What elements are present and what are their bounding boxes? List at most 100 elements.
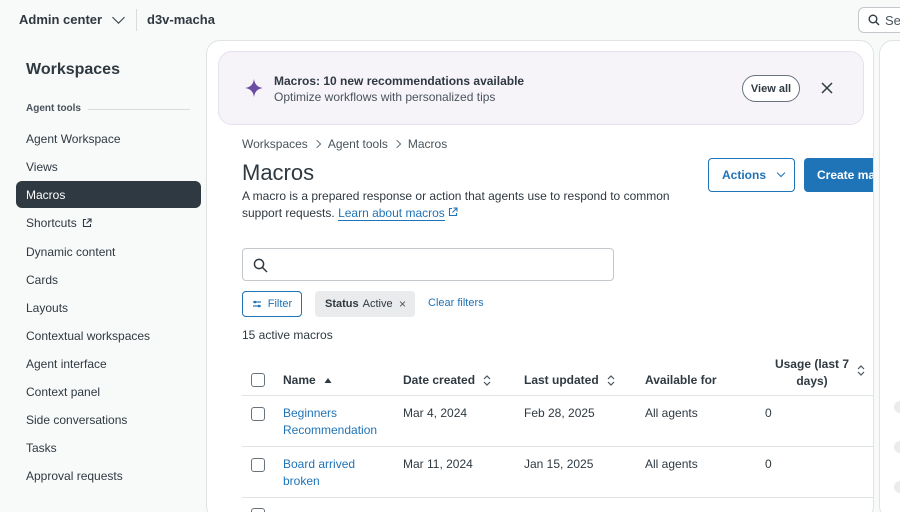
- subdomain-label: d3v-macha: [147, 12, 215, 27]
- date-created-cell: Mar 4, 2024: [403, 406, 468, 420]
- divider: [242, 497, 873, 498]
- sidebar-section-label: Agent tools: [26, 103, 81, 114]
- product-name: Admin center: [19, 12, 103, 27]
- column-label: Last updated: [524, 373, 599, 387]
- sidebar-item-cards[interactable]: Cards: [16, 266, 201, 293]
- sort-ascending-icon: [324, 377, 332, 383]
- search-placeholder: Se: [885, 12, 900, 28]
- sparkle-icon: [245, 79, 263, 97]
- divider: [242, 446, 873, 447]
- clear-filters-link[interactable]: Clear filters: [428, 297, 484, 309]
- macro-name-link[interactable]: Board arrived broken: [283, 456, 383, 490]
- panel-icon[interactable]: [894, 481, 900, 493]
- select-all-checkbox[interactable]: [251, 373, 265, 387]
- sidebar-item-side-conversations[interactable]: Side conversations: [16, 406, 201, 433]
- sidebar-item-approval-requests[interactable]: Approval requests: [16, 462, 201, 489]
- breadcrumb-item-agent-tools[interactable]: Agent tools: [328, 137, 388, 151]
- usage-cell: 0: [765, 406, 772, 420]
- date-created-cell: Mar 11, 2024: [403, 457, 473, 471]
- external-link-icon: [82, 217, 92, 227]
- column-label: Date created: [403, 373, 476, 387]
- sidebar-item-label: Contextual workspaces: [26, 328, 151, 343]
- sidebar-item-label: Context panel: [26, 384, 101, 399]
- chevron-down-icon: [112, 10, 125, 24]
- sidebar-item-label: Shortcuts: [26, 215, 77, 230]
- sidebar-item-label: Agent interface: [26, 356, 107, 371]
- page-description: A macro is a prepared response or action…: [242, 188, 702, 222]
- filter-button[interactable]: Filter: [242, 291, 302, 317]
- banner-title: Macros: 10 new recommendations available: [274, 74, 525, 88]
- chevron-down-icon: [776, 168, 786, 178]
- learn-more-link[interactable]: Learn about macros: [338, 206, 445, 221]
- sidebar-item-label: Approval requests: [26, 468, 123, 483]
- external-link-icon: [449, 207, 458, 217]
- divider: [88, 109, 190, 110]
- panel-icon[interactable]: [894, 441, 900, 453]
- product-switcher[interactable]: Admin center: [19, 10, 125, 27]
- available-for-cell: All agents: [645, 406, 698, 420]
- breadcrumb-item-macros: Macros: [407, 137, 448, 151]
- available-for-cell: All agents: [645, 457, 698, 471]
- result-count: 15 active macros: [242, 328, 333, 342]
- panel-icon[interactable]: [894, 401, 900, 413]
- sidebar-item-agent-workspace[interactable]: Agent Workspace: [16, 125, 201, 152]
- sidebar-item-label: Macros: [26, 187, 66, 202]
- sidebar-item-dynamic-content[interactable]: Dynamic content: [16, 238, 201, 265]
- remove-chip-icon[interactable]: ×: [399, 297, 406, 311]
- global-search-input[interactable]: Se: [858, 7, 900, 33]
- sidebar-item-label: Side conversations: [26, 412, 128, 427]
- sidebar-item-views[interactable]: Views: [16, 153, 201, 180]
- sidebar-item-label: Cards: [26, 272, 59, 287]
- sidebar: Workspaces Agent tools Agent Workspace V…: [0, 40, 206, 512]
- sidebar-item-layouts[interactable]: Layouts: [16, 294, 201, 321]
- filter-label: Filter: [267, 298, 293, 310]
- breadcrumb-item-workspaces[interactable]: Workspaces: [242, 137, 308, 151]
- page-title: Macros: [242, 160, 315, 185]
- sidebar-item-label: Agent Workspace: [26, 131, 121, 146]
- divider: [136, 9, 137, 31]
- chip-key: Status: [325, 298, 359, 310]
- column-label: Available for: [645, 373, 717, 387]
- sidebar-item-tasks[interactable]: Tasks: [16, 434, 201, 461]
- sidebar-item-shortcuts[interactable]: Shortcuts: [16, 209, 201, 236]
- sidebar-item-context-panel[interactable]: Context panel: [16, 378, 201, 405]
- side-panel: [879, 40, 900, 512]
- chip-value: Active: [362, 298, 393, 310]
- status-filter-chip[interactable]: Status Active ×: [315, 291, 415, 317]
- sidebar-item-contextual-workspaces[interactable]: Contextual workspaces: [16, 322, 201, 349]
- create-macro-button[interactable]: Create macro: [804, 158, 873, 192]
- sidebar-title: Workspaces: [26, 61, 120, 78]
- close-icon[interactable]: [819, 80, 835, 96]
- column-header-date-created[interactable]: Date created: [403, 373, 491, 387]
- divider: [242, 395, 873, 396]
- usage-cell: 0: [765, 457, 772, 471]
- recommendations-banner: Macros: 10 new recommendations available…: [218, 51, 864, 125]
- sort-icon[interactable]: [857, 365, 865, 376]
- row-checkbox[interactable]: [251, 508, 265, 512]
- main-panel: Macros: 10 new recommendations available…: [206, 40, 874, 512]
- column-header-last-updated[interactable]: Last updated: [524, 373, 615, 387]
- row-checkbox[interactable]: [251, 407, 265, 421]
- sort-icon: [607, 375, 615, 387]
- sort-icon: [483, 375, 491, 387]
- top-bar: Admin center d3v-macha Se: [0, 0, 900, 40]
- macro-name-link[interactable]: Beginners Recommendation: [283, 405, 383, 439]
- column-header-name[interactable]: Name: [283, 373, 332, 387]
- column-label: Usage (last 7 days): [774, 357, 850, 388]
- sidebar-item-label: Views: [26, 159, 58, 174]
- sidebar-item-label: Layouts: [26, 300, 69, 315]
- sidebar-item-agent-interface[interactable]: Agent interface: [16, 350, 201, 377]
- macro-search-input[interactable]: [242, 248, 614, 281]
- column-header-available-for: Available for: [645, 373, 717, 387]
- chevron-right-icon: [392, 139, 402, 149]
- chevron-right-icon: [312, 139, 322, 149]
- row-checkbox[interactable]: [251, 458, 265, 472]
- view-all-button[interactable]: View all: [742, 75, 800, 102]
- sidebar-item-macros[interactable]: Macros: [16, 181, 201, 208]
- column-label: Name: [283, 373, 316, 387]
- actions-button[interactable]: Actions: [708, 158, 795, 192]
- search-icon: [868, 14, 880, 26]
- filter-icon: [252, 300, 261, 308]
- column-header-usage[interactable]: Usage (last 7 days): [767, 356, 857, 390]
- banner-subtitle: Optimize workflows with personalized tip…: [274, 90, 496, 104]
